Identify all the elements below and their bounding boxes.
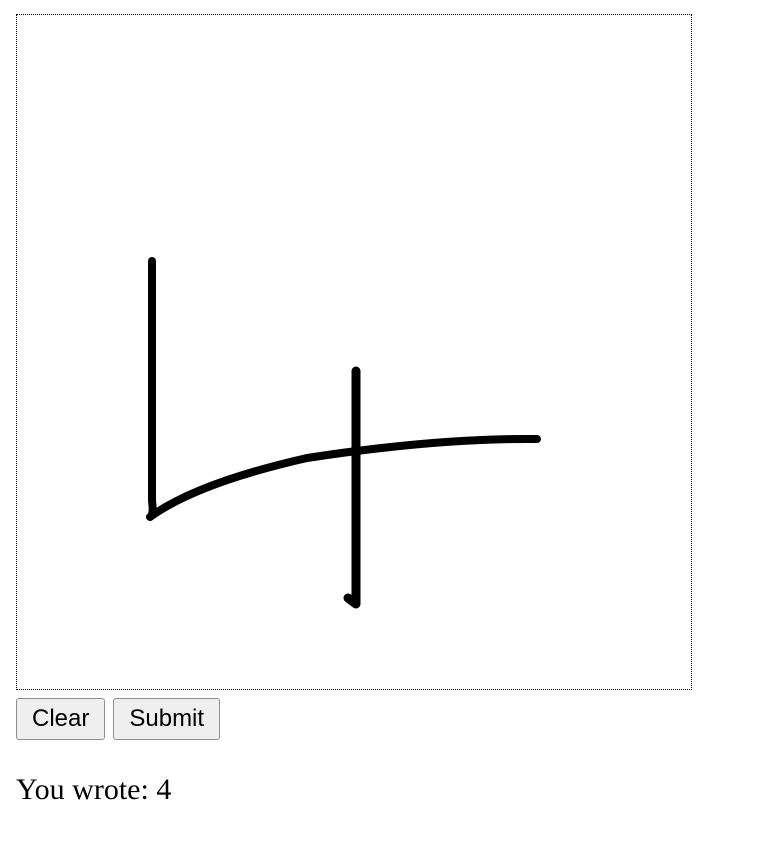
handwritten-stroke <box>146 257 541 521</box>
submit-button[interactable]: Submit <box>113 698 221 740</box>
result-prefix: You wrote: <box>16 773 149 806</box>
button-row: Clear Submit <box>16 698 221 740</box>
handwritten-stroke <box>343 366 361 609</box>
result-text: You wrote: 4 <box>16 772 171 808</box>
drawing-surface[interactable] <box>17 15 691 689</box>
clear-button[interactable]: Clear <box>16 698 106 740</box>
result-value: 4 <box>156 773 172 806</box>
drawing-canvas[interactable] <box>16 14 692 690</box>
